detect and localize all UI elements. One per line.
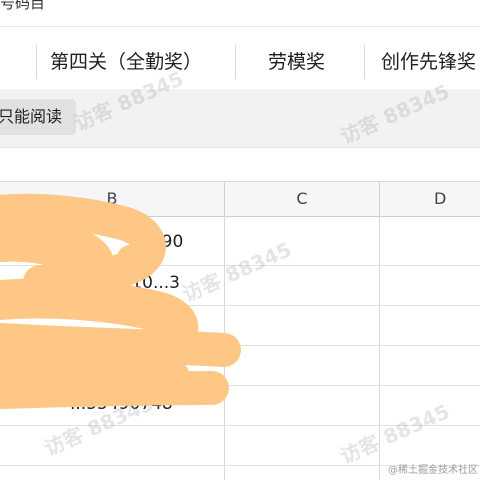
column-header-row: B C D — [0, 181, 480, 217]
grid-line-horizontal — [0, 385, 480, 386]
cell-b2[interactable]: 14178439610...3 — [34, 273, 180, 293]
grid-line-horizontal — [0, 305, 480, 306]
top-strip-label: 号码目 — [0, 0, 46, 12]
cell-b1[interactable]: 3990 — [140, 232, 183, 252]
grid-line-horizontal — [0, 345, 480, 346]
tab-divider — [364, 45, 365, 79]
smart-read-button[interactable]: 只能阅读 — [0, 99, 76, 135]
tab-model-worker[interactable]: 劳模奖 — [268, 47, 325, 77]
grid-line-vertical — [224, 216, 225, 480]
top-strip: 号码目 — [0, 0, 480, 27]
column-header-b[interactable]: B — [0, 182, 224, 216]
column-header-d[interactable]: D — [380, 182, 480, 216]
tab-divider — [36, 45, 37, 79]
column-header-c[interactable]: C — [225, 182, 379, 216]
tab-creative-pioneer[interactable]: 创作先锋奖 — [381, 47, 476, 77]
sheet-tabs: 第四关（全勤奖） 劳模奖 创作先锋奖 — [0, 27, 480, 93]
tab-divider — [235, 45, 236, 79]
footer-credit: @稀土掘金技术社区 — [388, 465, 478, 476]
